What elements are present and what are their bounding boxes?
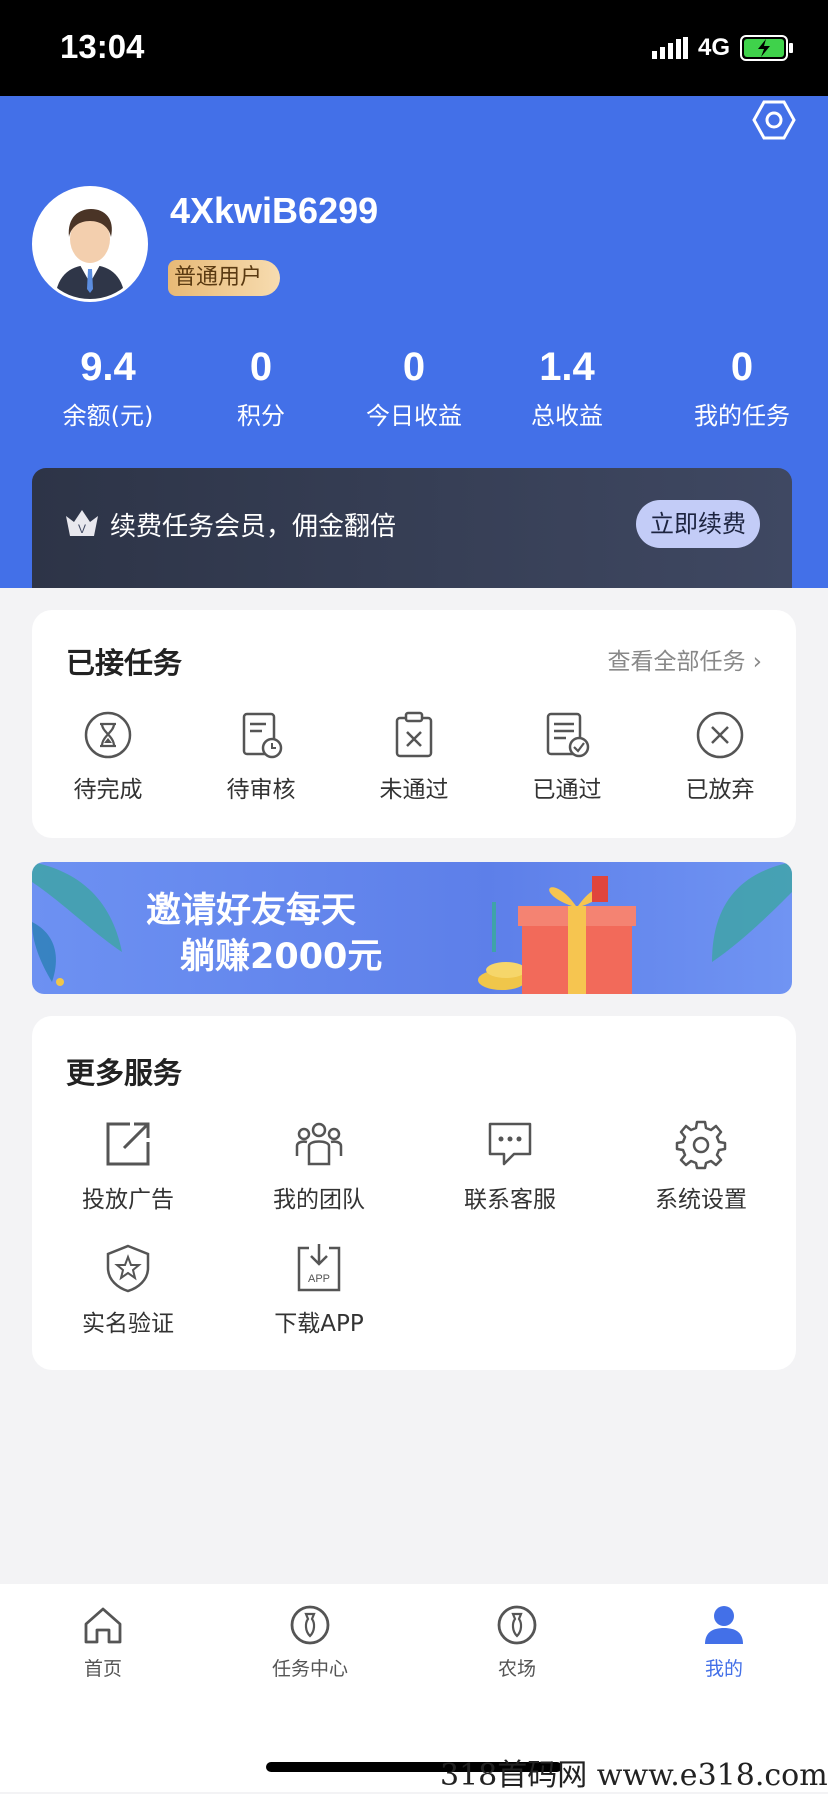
service-download-app[interactable]: APP 下载APP	[244, 1242, 394, 1338]
tab-label: 农场	[497, 1658, 536, 1680]
stat-today-income[interactable]: 0 今日收益	[339, 344, 489, 431]
external-link-icon	[106, 1122, 150, 1166]
username: 4XkwiB6299	[170, 190, 379, 231]
stat-total-income[interactable]: 1.4 总收益	[492, 344, 642, 431]
stat-value: 1.4	[539, 345, 595, 389]
stat-my-tasks[interactable]: 0 我的任务	[667, 344, 817, 431]
tab-label: 任务中心	[271, 1658, 348, 1680]
gift-box-illustration	[478, 876, 636, 994]
service-label: 联系客服	[464, 1187, 556, 1213]
service-customer-support[interactable]: 联系客服	[435, 1118, 585, 1214]
tab-mine[interactable]: 我的	[649, 1604, 799, 1681]
svg-text:V: V	[78, 522, 86, 536]
task-label: 待审核	[226, 777, 296, 803]
gear-icon	[675, 1120, 727, 1170]
tab-task-center[interactable]: 任务中心	[235, 1604, 385, 1681]
tab-label: 首页	[83, 1658, 122, 1680]
document-check-icon	[546, 712, 590, 758]
task-center-icon	[290, 1605, 330, 1645]
signal-icon	[651, 37, 688, 59]
leaf-decoration-right	[712, 862, 792, 962]
stat-label: 今日收益	[366, 402, 462, 430]
banner-line1: 邀请好友每天	[146, 891, 357, 931]
status-indicators: 4G	[651, 34, 794, 62]
services-title: 更多服务	[66, 1056, 183, 1090]
crown-icon: V	[66, 510, 98, 536]
service-label: 下载APP	[274, 1311, 364, 1337]
stat-value: 0	[402, 345, 426, 389]
status-time: 13:04	[60, 28, 145, 65]
circle-x-icon	[696, 711, 744, 759]
invite-banner[interactable]: 邀请好友每天 躺赚2000元	[32, 862, 792, 994]
stat-label: 总收益	[531, 402, 603, 430]
service-label: 投放广告	[82, 1187, 174, 1213]
stat-label: 我的任务	[694, 402, 790, 430]
service-label: 系统设置	[655, 1187, 747, 1213]
renew-button[interactable]: 立即续费	[636, 500, 760, 548]
task-label: 已通过	[532, 777, 602, 803]
service-label: 实名验证	[82, 1311, 174, 1337]
stat-value: 0	[249, 345, 273, 389]
download-app-icon: APP	[297, 1244, 341, 1292]
clipboard-x-icon	[395, 711, 433, 758]
tab-farm[interactable]: 农场	[442, 1604, 592, 1681]
farm-icon	[497, 1605, 537, 1645]
view-all-tasks-link[interactable]: 查看全部任务 ›	[607, 642, 762, 676]
svg-text:APP: APP	[308, 1273, 330, 1285]
stat-points[interactable]: 0 积分	[186, 344, 336, 431]
banner-line2: 躺赚2000元	[180, 937, 383, 977]
service-advertise[interactable]: 投放广告	[53, 1118, 203, 1214]
task-label: 待完成	[73, 777, 143, 803]
service-system-settings[interactable]: 系统设置	[626, 1118, 776, 1214]
accepted-tasks-card: 已接任务 查看全部任务 › 待完成 待审核 未通过 已通过 已放弃	[32, 610, 796, 838]
network-type: 4G	[697, 34, 730, 61]
task-abandoned[interactable]: 已放弃	[645, 710, 795, 804]
service-my-team[interactable]: 我的团队	[244, 1118, 394, 1214]
chevron-right-icon: ›	[752, 649, 762, 675]
stat-label: 积分	[237, 402, 285, 430]
task-approved[interactable]: 已通过	[492, 710, 642, 804]
document-clock-icon	[242, 712, 283, 759]
vip-text: 续费任务会员，佣金翻倍	[110, 512, 397, 542]
task-pending[interactable]: 待完成	[33, 710, 183, 804]
more-services-card: 更多服务 投放广告 我的团队 联系客服 系统设置 实名验证 APP 下载APP	[32, 1016, 796, 1370]
vip-renew-bar: V 续费任务会员，佣金翻倍 立即续费	[32, 468, 792, 588]
user-level-badge: 普通用户	[168, 260, 281, 296]
stat-value: 0	[730, 345, 754, 389]
user-icon	[705, 1606, 743, 1644]
chat-icon	[488, 1122, 532, 1166]
task-under-review[interactable]: 待审核	[186, 710, 336, 804]
leaf-decoration-left	[32, 862, 122, 986]
task-rejected[interactable]: 未通过	[339, 710, 489, 804]
shield-star-icon	[106, 1244, 150, 1293]
watermark: 318首码网 www.e318.com	[440, 1758, 828, 1793]
stat-label: 余额(元)	[62, 402, 154, 430]
task-label: 已放弃	[685, 777, 755, 803]
avatar[interactable]	[32, 186, 148, 302]
profile-header: 4XkwiB6299 普通用户 9.4 余额(元) 0 积分 0 今日收益 1.…	[0, 96, 828, 588]
battery-charging-icon	[740, 35, 793, 61]
stat-value: 9.4	[80, 345, 136, 389]
service-verification[interactable]: 实名验证	[53, 1242, 203, 1338]
team-icon	[295, 1122, 343, 1166]
view-all-label: 查看全部任务	[607, 649, 746, 675]
stat-balance[interactable]: 9.4 余额(元)	[33, 344, 183, 431]
hourglass-icon	[84, 711, 132, 759]
stats-row: 9.4 余额(元) 0 积分 0 今日收益 1.4 总收益 0 我的任务	[0, 344, 828, 444]
tab-label: 我的	[704, 1658, 743, 1680]
settings-hexagon-icon[interactable]	[752, 98, 796, 142]
home-icon	[84, 1607, 122, 1644]
tasks-title: 已接任务	[66, 646, 183, 680]
status-bar: 13:04 4G	[0, 0, 828, 96]
tab-home[interactable]: 首页	[28, 1604, 178, 1681]
service-label: 我的团队	[273, 1187, 365, 1213]
task-label: 未通过	[379, 777, 449, 803]
